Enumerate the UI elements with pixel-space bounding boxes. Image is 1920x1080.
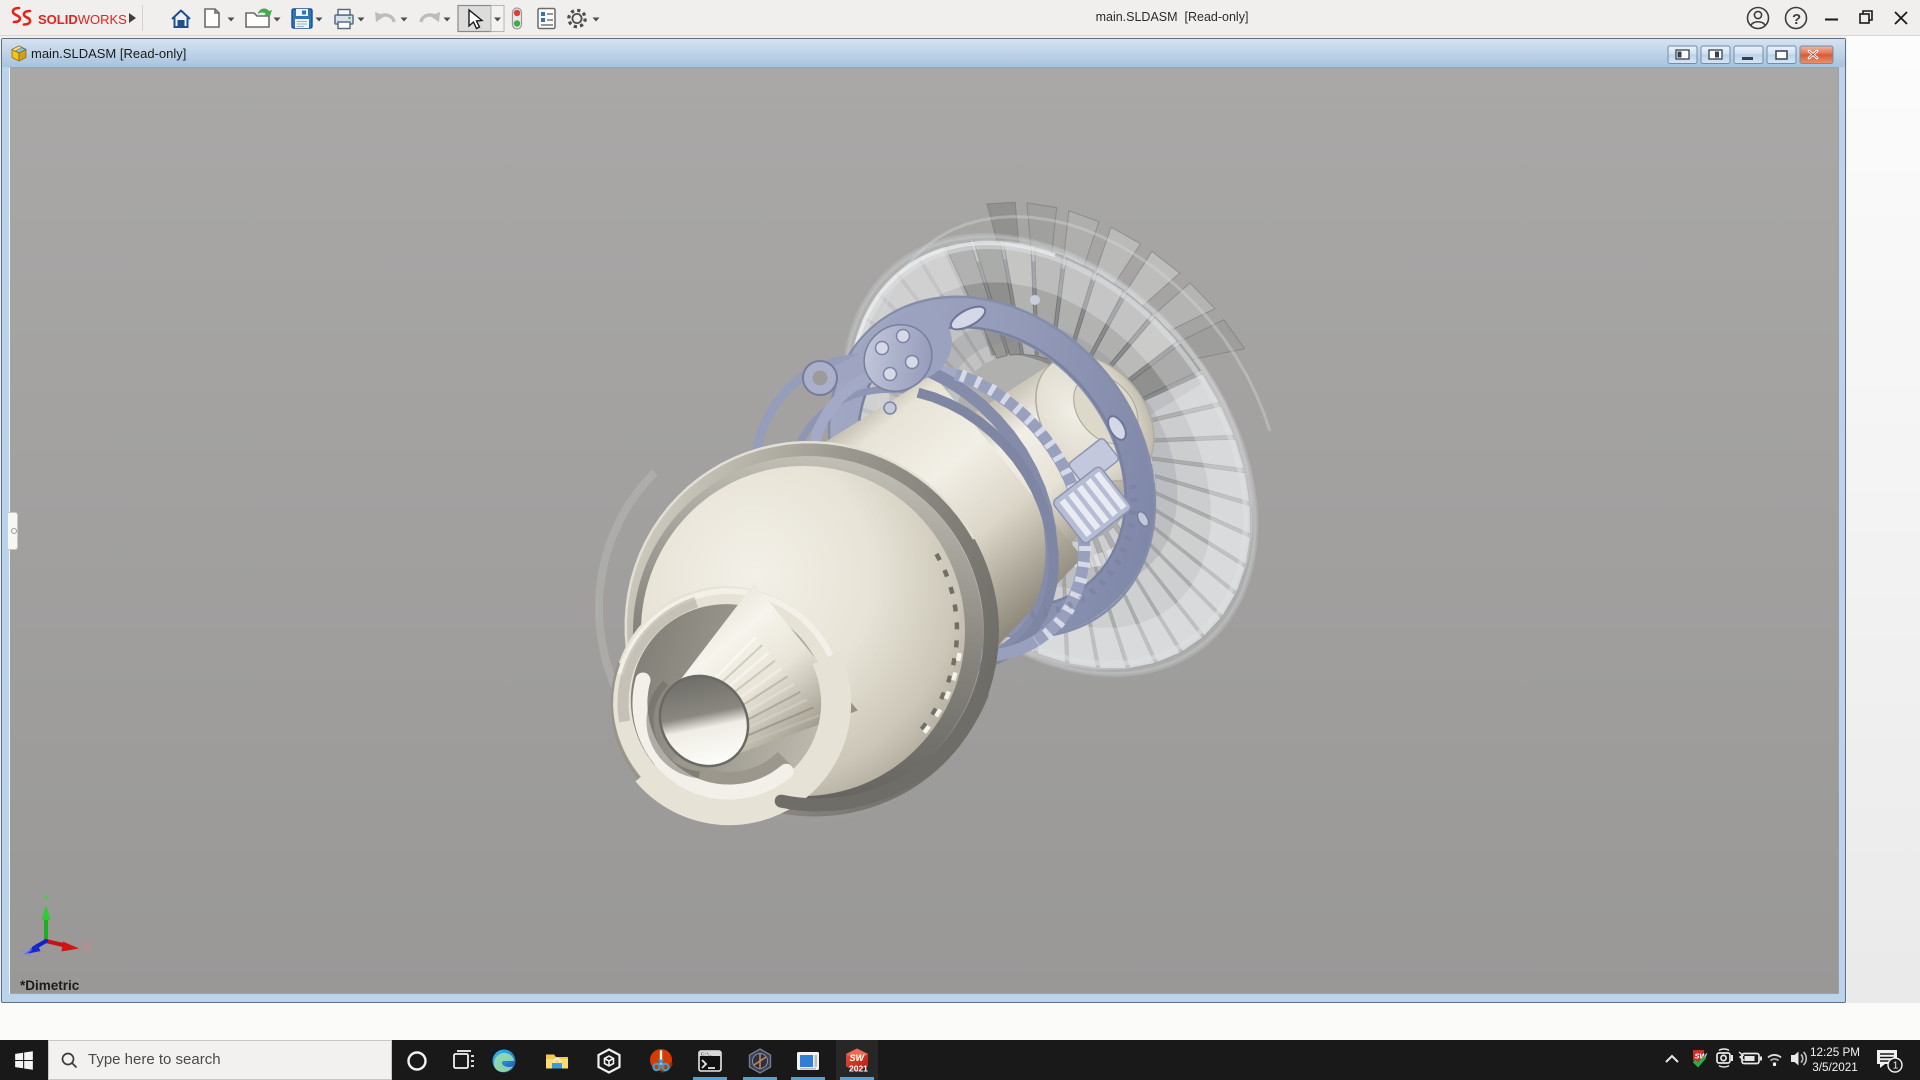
svg-text:SW: SW bbox=[850, 1053, 866, 1063]
svg-text:2021: 2021 bbox=[849, 1064, 868, 1074]
svg-text:C:\_: C:\_ bbox=[701, 1052, 712, 1058]
svg-text:?: ? bbox=[1792, 11, 1801, 28]
svg-text:1: 1 bbox=[1893, 1061, 1899, 1072]
svg-text:*Dimetric: *Dimetric bbox=[20, 978, 80, 993]
